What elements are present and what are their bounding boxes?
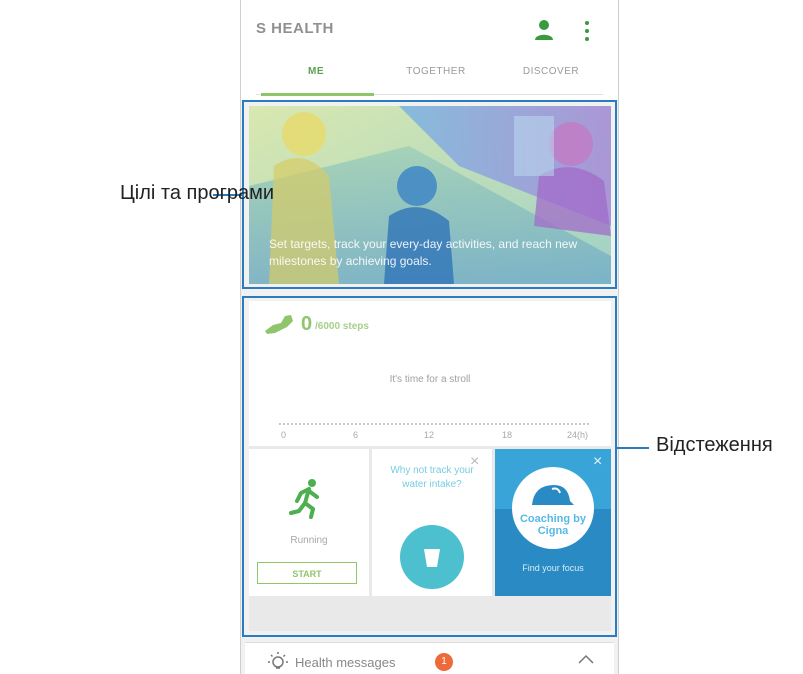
- active-tab-indicator: [261, 93, 374, 96]
- tracking-highlight-box: [242, 296, 617, 637]
- app-header: S HEALTH ME TOGETHER DISCOVER: [241, 0, 618, 100]
- tracking-callout-label: Відстеження: [656, 434, 773, 456]
- app-title: S HEALTH: [256, 20, 334, 37]
- health-messages-label: Health messages: [295, 655, 396, 670]
- messages-badge: 1: [435, 653, 453, 671]
- lightbulb-icon: [268, 652, 288, 669]
- tracking-callout-line: [617, 447, 649, 449]
- chevron-up-icon[interactable]: [578, 653, 594, 665]
- health-messages-bar[interactable]: Health messages 1: [245, 642, 614, 674]
- tab-me[interactable]: ME: [256, 66, 376, 77]
- goals-highlight-box: [242, 100, 617, 289]
- person-icon[interactable]: [534, 19, 554, 41]
- goals-callout-label: Цілі та програми: [120, 182, 275, 204]
- more-vertical-icon[interactable]: [583, 20, 591, 42]
- tab-discover[interactable]: DISCOVER: [491, 66, 611, 77]
- tab-together[interactable]: TOGETHER: [376, 66, 496, 77]
